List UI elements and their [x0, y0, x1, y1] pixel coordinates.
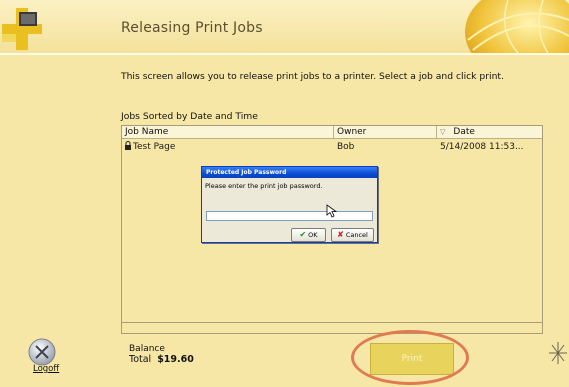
column-header-date[interactable]: ▽ Date [437, 126, 542, 138]
job-name: Test Page [133, 142, 176, 152]
logoff-link[interactable]: Logoff [33, 364, 59, 374]
total-line: Total $19.60 [129, 354, 194, 365]
highlight-ring [351, 330, 469, 385]
page-title: Releasing Print Jobs [121, 20, 263, 36]
jobs-list-header: Job Name Owner ▽ Date [122, 126, 542, 139]
total-value: $19.60 [157, 354, 194, 365]
x-icon: ✘ [337, 230, 344, 239]
ok-button[interactable]: ✔ OK [291, 228, 326, 242]
ok-button-label: OK [308, 231, 318, 239]
dialog-title[interactable]: Protected Job Password [202, 167, 377, 178]
logo-cube-icon [2, 8, 42, 50]
password-dialog: Protected Job Password Please enter the … [201, 166, 378, 243]
corner-icon [549, 342, 567, 364]
column-header-owner[interactable]: Owner [334, 126, 437, 138]
intro-text: This screen allows you to release print … [121, 71, 504, 82]
job-owner: Bob [337, 142, 355, 152]
cursor-icon [326, 204, 338, 218]
job-date: 5/14/2008 11:53... [440, 142, 524, 152]
header-divider [0, 53, 569, 55]
job-name-cell: Test Page [124, 141, 175, 153]
lock-icon [125, 141, 131, 150]
globe-icon [465, 0, 569, 53]
total-label: Total [129, 354, 152, 365]
checkmark-icon: ✔ [299, 230, 307, 239]
balance-label: Balance [129, 344, 165, 354]
column-header-job-name[interactable]: Job Name [122, 126, 334, 138]
cancel-button-label: Cancel [345, 231, 368, 239]
column-header-date-label: Date [453, 127, 475, 137]
jobs-list-caption: Jobs Sorted by Date and Time [121, 111, 258, 122]
sort-arrow-icon: ▽ [440, 128, 446, 136]
cancel-button[interactable]: ✘ Cancel [331, 228, 374, 242]
dialog-prompt: Please enter the print job password. [205, 182, 323, 190]
footer-bar [0, 334, 569, 387]
logoff-icon[interactable] [27, 337, 57, 367]
status-bar [121, 322, 543, 334]
password-input[interactable] [206, 211, 373, 221]
table-row[interactable]: Test Page Bob 5/14/2008 11:53... [122, 141, 542, 153]
